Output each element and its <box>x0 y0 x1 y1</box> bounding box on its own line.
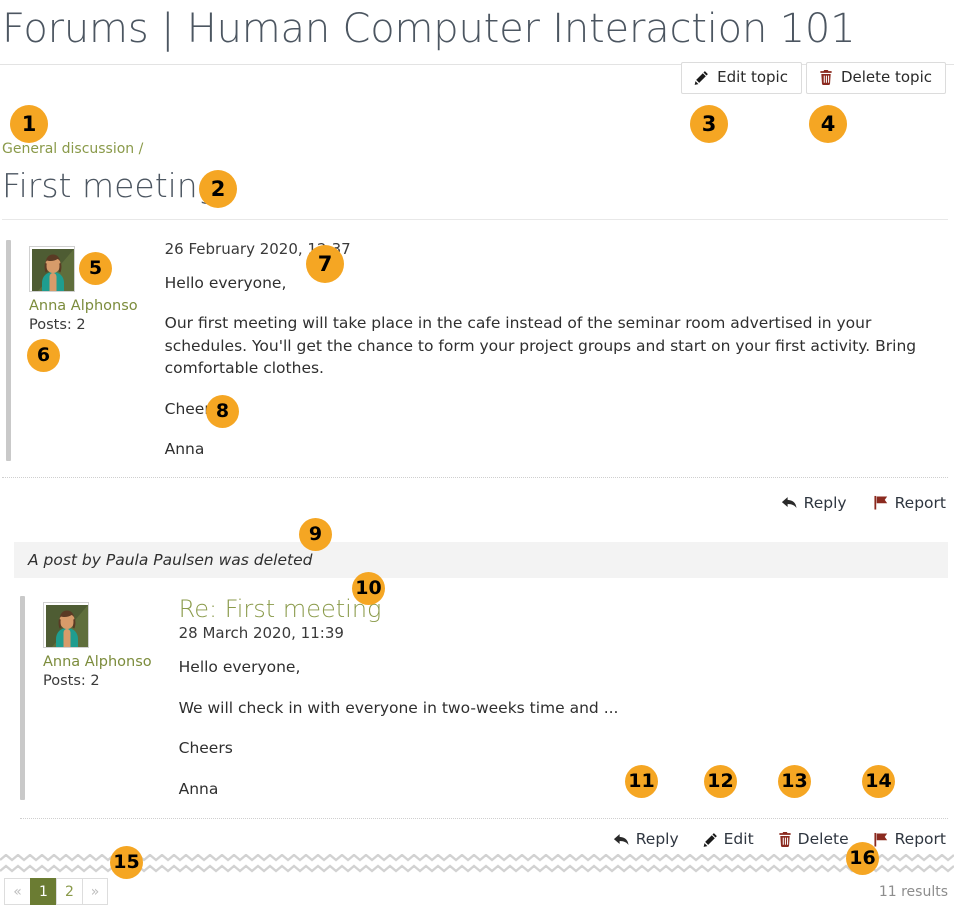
pencil-icon <box>703 832 718 847</box>
post-item: Anna Alphonso Posts: 2 26 February 2020,… <box>0 240 954 461</box>
post-action-row: Reply Report <box>0 478 954 512</box>
reply-button[interactable]: Reply <box>781 494 847 512</box>
post-author-name[interactable]: Anna Alphonso <box>29 298 138 314</box>
annotation-badge-7: 7 <box>306 245 344 283</box>
report-label: Report <box>894 830 946 849</box>
annotation-badge-11: 11 <box>625 765 658 798</box>
deleted-post-notice: A post by Paula Paulsen was deleted <box>14 541 948 578</box>
pagination-bar: « 1 2 » 11 results <box>0 876 954 905</box>
delete-label: Delete <box>797 830 849 849</box>
post-paragraph: Cheers <box>178 739 233 758</box>
post-count: Posts: 2 <box>43 672 100 689</box>
edit-label: Edit <box>723 830 754 849</box>
post-list: Anna Alphonso Posts: 2 26 February 2020,… <box>0 240 954 905</box>
post-paragraph: Anna <box>178 779 219 798</box>
pagination-first[interactable]: « <box>4 878 30 905</box>
report-button[interactable]: Report <box>873 830 946 848</box>
annotation-badge-3: 3 <box>690 105 728 143</box>
pagination-last[interactable]: » <box>82 878 108 905</box>
reply-arrow-icon <box>781 495 798 510</box>
post-count: Posts: 2 <box>29 317 86 333</box>
content-truncation-divider <box>0 854 954 876</box>
reply-label: Reply <box>635 830 679 849</box>
annotation-badge-2: 2 <box>199 170 237 208</box>
topic-title: First meeting <box>2 166 218 205</box>
reply-arrow-icon <box>613 832 630 847</box>
annotation-badge-16: 16 <box>846 842 879 875</box>
post-paragraph: Our first meeting will take place in the… <box>164 314 917 378</box>
pagination: « 1 2 » <box>4 878 108 905</box>
edit-topic-label: Edit topic <box>717 68 788 86</box>
pagination-page-1[interactable]: 1 <box>30 878 56 905</box>
annotation-badge-14: 14 <box>862 765 895 798</box>
avatar[interactable] <box>43 601 89 648</box>
results-count: 11 results <box>878 884 948 901</box>
post-paragraph: Anna <box>164 440 205 459</box>
post-author-column: Anna Alphonso Posts: 2 <box>25 596 152 800</box>
page-title: Forums | Human Computer Interaction 101 <box>2 6 856 52</box>
post-body: Re: First meeting 28 March 2020, 11:39 H… <box>152 595 954 800</box>
annotation-badge-13: 13 <box>778 765 811 798</box>
avatar[interactable] <box>29 246 75 292</box>
annotation-badge-9: 9 <box>299 518 332 551</box>
delete-button[interactable]: Delete <box>778 830 849 848</box>
annotation-badge-4: 4 <box>809 105 847 143</box>
post-author-name[interactable]: Anna Alphonso <box>43 654 152 670</box>
post-paragraph: Cheers <box>164 399 219 418</box>
annotation-badge-6: 6 <box>27 339 60 372</box>
post-paragraph: Hello everyone, <box>164 274 287 292</box>
trash-icon <box>778 831 792 847</box>
post-date: 28 March 2020, 11:39 <box>178 624 344 643</box>
topic-action-toolbar: Edit topic Delete topic <box>681 62 946 94</box>
topic-title-divider <box>2 219 948 220</box>
annotation-badge-12: 12 <box>704 765 737 798</box>
delete-topic-label: Delete topic <box>840 68 932 86</box>
annotation-badge-5: 5 <box>79 252 112 285</box>
trash-icon <box>819 70 833 85</box>
flag-icon <box>873 495 889 510</box>
pencil-icon <box>694 70 709 85</box>
annotation-badge-1: 1 <box>10 105 48 143</box>
edit-button[interactable]: Edit <box>703 830 754 848</box>
delete-topic-button[interactable]: Delete topic <box>805 62 946 94</box>
flag-icon <box>873 832 889 847</box>
reply-button[interactable]: Reply <box>613 830 679 848</box>
edit-topic-button[interactable]: Edit topic <box>681 62 802 94</box>
post-paragraph: Hello everyone, <box>178 658 301 677</box>
breadcrumb: General discussion / <box>2 141 143 157</box>
report-label: Report <box>894 493 946 512</box>
report-button[interactable]: Report <box>873 494 946 512</box>
breadcrumb-parent-link[interactable]: General discussion <box>2 141 134 157</box>
reply-label: Reply <box>803 493 847 512</box>
post-action-row: Reply Edit Delete Report <box>0 819 954 848</box>
annotation-badge-15: 15 <box>110 846 143 879</box>
pagination-page-2[interactable]: 2 <box>56 878 82 905</box>
post-body: 26 February 2020, 12:37 Hello everyone, … <box>138 240 954 461</box>
annotation-badge-10: 10 <box>352 572 385 605</box>
post-paragraph: We will check in with everyone in two-we… <box>178 698 619 717</box>
post-date: 26 February 2020, 12:37 <box>164 240 351 258</box>
page-header: Forums | Human Computer Interaction 101 <box>0 0 954 65</box>
post-item: Anna Alphonso Posts: 2 Re: First meeting… <box>0 595 954 801</box>
post-subject[interactable]: Re: First meeting <box>179 595 954 622</box>
breadcrumb-separator: / <box>138 141 144 157</box>
annotation-badge-8: 8 <box>206 395 239 428</box>
